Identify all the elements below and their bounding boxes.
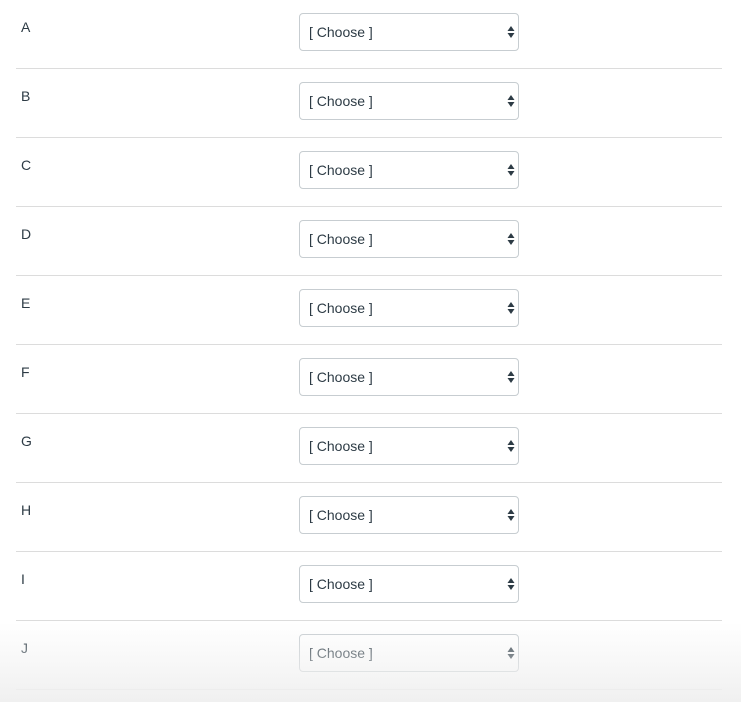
matching-row: F [ Choose ] bbox=[16, 345, 722, 414]
row-label: C bbox=[21, 157, 32, 173]
select-value: [ Choose ] bbox=[309, 576, 373, 592]
answer-select[interactable]: [ Choose ] bbox=[299, 13, 519, 51]
up-down-arrows-icon bbox=[507, 302, 515, 314]
answer-select[interactable]: [ Choose ] bbox=[299, 289, 519, 327]
up-down-arrows-icon bbox=[507, 233, 515, 245]
answer-select[interactable]: [ Choose ] bbox=[299, 82, 519, 120]
up-down-arrows-icon bbox=[507, 164, 515, 176]
matching-row: B [ Choose ] bbox=[16, 69, 722, 138]
up-down-arrows-icon bbox=[507, 647, 515, 659]
up-down-arrows-icon bbox=[507, 578, 515, 590]
answer-select[interactable]: [ Choose ] bbox=[299, 496, 519, 534]
select-value: [ Choose ] bbox=[309, 24, 373, 40]
answer-select[interactable]: [ Choose ] bbox=[299, 220, 519, 258]
matching-row: D [ Choose ] bbox=[16, 207, 722, 276]
row-label: A bbox=[21, 19, 31, 35]
matching-row: A [ Choose ] bbox=[16, 0, 722, 69]
up-down-arrows-icon bbox=[507, 509, 515, 521]
up-down-arrows-icon bbox=[507, 26, 515, 38]
row-label: B bbox=[21, 88, 31, 104]
answer-select[interactable]: [ Choose ] bbox=[299, 634, 519, 672]
answer-select[interactable]: [ Choose ] bbox=[299, 565, 519, 603]
matching-row: E [ Choose ] bbox=[16, 276, 722, 345]
matching-question-list: A [ Choose ] B [ Choose ] C [ Choose ] D [ Choo… bbox=[16, 0, 722, 690]
select-value: [ Choose ] bbox=[309, 93, 373, 109]
up-down-arrows-icon bbox=[507, 440, 515, 452]
matching-row: C [ Choose ] bbox=[16, 138, 722, 207]
row-label: I bbox=[21, 571, 25, 587]
select-value: [ Choose ] bbox=[309, 645, 373, 661]
row-label: E bbox=[21, 295, 31, 311]
row-label: G bbox=[21, 433, 32, 449]
row-label: J bbox=[21, 640, 28, 656]
select-value: [ Choose ] bbox=[309, 438, 373, 454]
row-label: F bbox=[21, 364, 30, 380]
answer-select[interactable]: [ Choose ] bbox=[299, 427, 519, 465]
select-value: [ Choose ] bbox=[309, 231, 373, 247]
matching-row: G [ Choose ] bbox=[16, 414, 722, 483]
select-value: [ Choose ] bbox=[309, 369, 373, 385]
matching-row: H [ Choose ] bbox=[16, 483, 722, 552]
select-value: [ Choose ] bbox=[309, 162, 373, 178]
select-value: [ Choose ] bbox=[309, 300, 373, 316]
row-label: H bbox=[21, 502, 32, 518]
select-value: [ Choose ] bbox=[309, 507, 373, 523]
row-label: D bbox=[21, 226, 32, 242]
answer-select[interactable]: [ Choose ] bbox=[299, 151, 519, 189]
up-down-arrows-icon bbox=[507, 95, 515, 107]
answer-select[interactable]: [ Choose ] bbox=[299, 358, 519, 396]
up-down-arrows-icon bbox=[507, 371, 515, 383]
matching-row: I [ Choose ] bbox=[16, 552, 722, 621]
matching-row: J [ Choose ] bbox=[16, 621, 722, 690]
